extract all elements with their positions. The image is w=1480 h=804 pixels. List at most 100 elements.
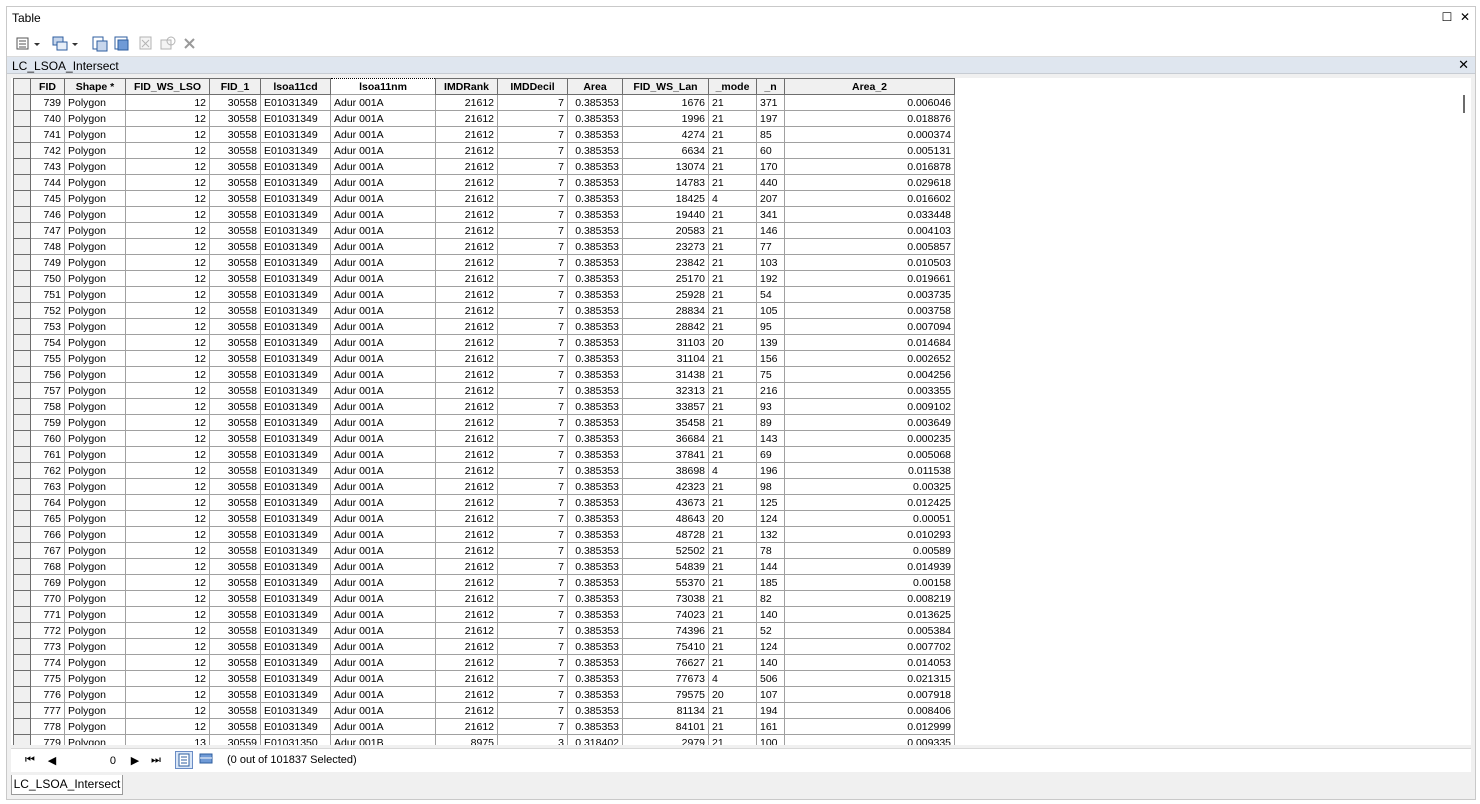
cell-fid[interactable]: 746: [30, 206, 65, 223]
cell-area[interactable]: 0.385353: [567, 350, 623, 367]
cell-mode[interactable]: 21: [708, 206, 757, 223]
cell-fid[interactable]: 775: [30, 670, 65, 687]
cell-area[interactable]: 0.385353: [567, 702, 623, 719]
cell-mode[interactable]: 20: [708, 510, 757, 527]
cell-imdrank[interactable]: 21612: [435, 382, 498, 399]
cell-area[interactable]: 0.385353: [567, 414, 623, 431]
cell-n[interactable]: 132: [756, 526, 785, 543]
row-selector[interactable]: [13, 270, 31, 287]
cell-fid-ws-lan[interactable]: 35458: [622, 414, 709, 431]
cell-fid-ws-lso[interactable]: 12: [125, 686, 210, 703]
cell-area[interactable]: 0.385353: [567, 590, 623, 607]
cell-shape[interactable]: Polygon: [64, 510, 126, 527]
cell-imddecil[interactable]: 7: [497, 190, 568, 207]
cell-n[interactable]: 77: [756, 238, 785, 255]
cell-shape[interactable]: Polygon: [64, 174, 126, 191]
cell-shape[interactable]: Polygon: [64, 574, 126, 591]
column-header-fid-ws-lso[interactable]: FID_WS_LSO: [125, 78, 210, 95]
cell-lsoa11nm[interactable]: Adur 001A: [330, 398, 436, 415]
cell-imdrank[interactable]: 21612: [435, 318, 498, 335]
first-record-button[interactable]: ⏮: [23, 754, 37, 767]
cell-fid-ws-lan[interactable]: 6634: [622, 142, 709, 159]
cell-mode[interactable]: 21: [708, 126, 757, 143]
cell-fid[interactable]: 760: [30, 430, 65, 447]
cell-lsoa11nm[interactable]: Adur 001A: [330, 254, 436, 271]
cell-fid-1[interactable]: 30558: [209, 350, 261, 367]
cell-area-2[interactable]: 0.005857: [784, 238, 955, 255]
cell-area-2[interactable]: 0.000235: [784, 430, 955, 447]
cell-n[interactable]: 54: [756, 286, 785, 303]
cell-lsoa11nm[interactable]: Adur 001A: [330, 542, 436, 559]
table-row[interactable]: 757 Polygon 12 30558 E01031349 Adur 001A 21612…: [13, 382, 955, 399]
cell-imddecil[interactable]: 7: [497, 494, 568, 511]
cell-fid-1[interactable]: 30558: [209, 270, 261, 287]
cell-area[interactable]: 0.385353: [567, 494, 623, 511]
cell-mode[interactable]: 21: [708, 398, 757, 415]
cell-imdrank[interactable]: 21612: [435, 478, 498, 495]
cell-shape[interactable]: Polygon: [64, 318, 126, 335]
cell-fid-ws-lan[interactable]: 19440: [622, 206, 709, 223]
cell-mode[interactable]: 21: [708, 110, 757, 127]
cell-shape[interactable]: Polygon: [64, 126, 126, 143]
restore-button[interactable]: ☐: [1439, 9, 1455, 25]
cell-fid-1[interactable]: 30558: [209, 174, 261, 191]
cell-fid[interactable]: 773: [30, 638, 65, 655]
cell-imdrank[interactable]: 21612: [435, 574, 498, 591]
cell-lsoa11nm[interactable]: Adur 001A: [330, 238, 436, 255]
cell-shape[interactable]: Polygon: [64, 638, 126, 655]
cell-fid[interactable]: 740: [30, 110, 65, 127]
row-selector[interactable]: [13, 430, 31, 447]
column-header-fid[interactable]: FID: [30, 78, 65, 95]
row-selector[interactable]: [13, 414, 31, 431]
column-header-n[interactable]: _n: [756, 78, 785, 95]
cell-n[interactable]: 170: [756, 158, 785, 175]
cell-imddecil[interactable]: 3: [497, 734, 568, 745]
cell-lsoa11nm[interactable]: Adur 001A: [330, 590, 436, 607]
cell-fid-ws-lso[interactable]: 12: [125, 606, 210, 623]
cell-fid-ws-lso[interactable]: 12: [125, 494, 210, 511]
cell-area[interactable]: 0.385353: [567, 574, 623, 591]
cell-fid[interactable]: 766: [30, 526, 65, 543]
cell-area[interactable]: 0.385353: [567, 126, 623, 143]
cell-imdrank[interactable]: 21612: [435, 494, 498, 511]
cell-lsoa11cd[interactable]: E01031349: [260, 318, 331, 335]
cell-n[interactable]: 143: [756, 430, 785, 447]
row-selector[interactable]: [13, 350, 31, 367]
cell-area-2[interactable]: 0.010293: [784, 526, 955, 543]
cell-imddecil[interactable]: 7: [497, 542, 568, 559]
cell-lsoa11cd[interactable]: E01031349: [260, 510, 331, 527]
cell-shape[interactable]: Polygon: [64, 702, 126, 719]
table-row[interactable]: 765 Polygon 12 30558 E01031349 Adur 001A 21612…: [13, 510, 955, 527]
cell-imdrank[interactable]: 21612: [435, 398, 498, 415]
cell-imddecil[interactable]: 7: [497, 110, 568, 127]
cell-area[interactable]: 0.385353: [567, 654, 623, 671]
cell-imddecil[interactable]: 7: [497, 158, 568, 175]
cell-fid[interactable]: 757: [30, 382, 65, 399]
table-row[interactable]: 773 Polygon 12 30558 E01031349 Adur 001A 21612…: [13, 638, 955, 655]
table-row[interactable]: 740 Polygon 12 30558 E01031349 Adur 001A 21612…: [13, 110, 955, 127]
cell-area[interactable]: 0.385353: [567, 174, 623, 191]
column-header-shape[interactable]: Shape *: [64, 78, 126, 95]
cell-lsoa11cd[interactable]: E01031349: [260, 574, 331, 591]
cell-imdrank[interactable]: 21612: [435, 270, 498, 287]
cell-fid-1[interactable]: 30559: [209, 734, 261, 745]
cell-lsoa11cd[interactable]: E01031349: [260, 238, 331, 255]
cell-fid-ws-lan[interactable]: 75410: [622, 638, 709, 655]
row-selector[interactable]: [13, 318, 31, 335]
cell-imdrank[interactable]: 21612: [435, 430, 498, 447]
cell-fid-ws-lso[interactable]: 12: [125, 190, 210, 207]
row-selector[interactable]: [13, 382, 31, 399]
cell-lsoa11nm[interactable]: Adur 001A: [330, 430, 436, 447]
cell-lsoa11nm[interactable]: Adur 001A: [330, 142, 436, 159]
cell-fid-1[interactable]: 30558: [209, 206, 261, 223]
cell-imddecil[interactable]: 7: [497, 606, 568, 623]
column-header-imddecil[interactable]: IMDDecil: [497, 78, 568, 95]
cell-imdrank[interactable]: 21612: [435, 670, 498, 687]
cell-area-2[interactable]: 0.018876: [784, 110, 955, 127]
table-row[interactable]: 771 Polygon 12 30558 E01031349 Adur 001A 21612…: [13, 606, 955, 623]
column-header-area[interactable]: Area: [567, 78, 623, 95]
cell-mode[interactable]: 21: [708, 382, 757, 399]
cell-imddecil[interactable]: 7: [497, 142, 568, 159]
cell-imddecil[interactable]: 7: [497, 718, 568, 735]
cell-fid-ws-lso[interactable]: 12: [125, 142, 210, 159]
